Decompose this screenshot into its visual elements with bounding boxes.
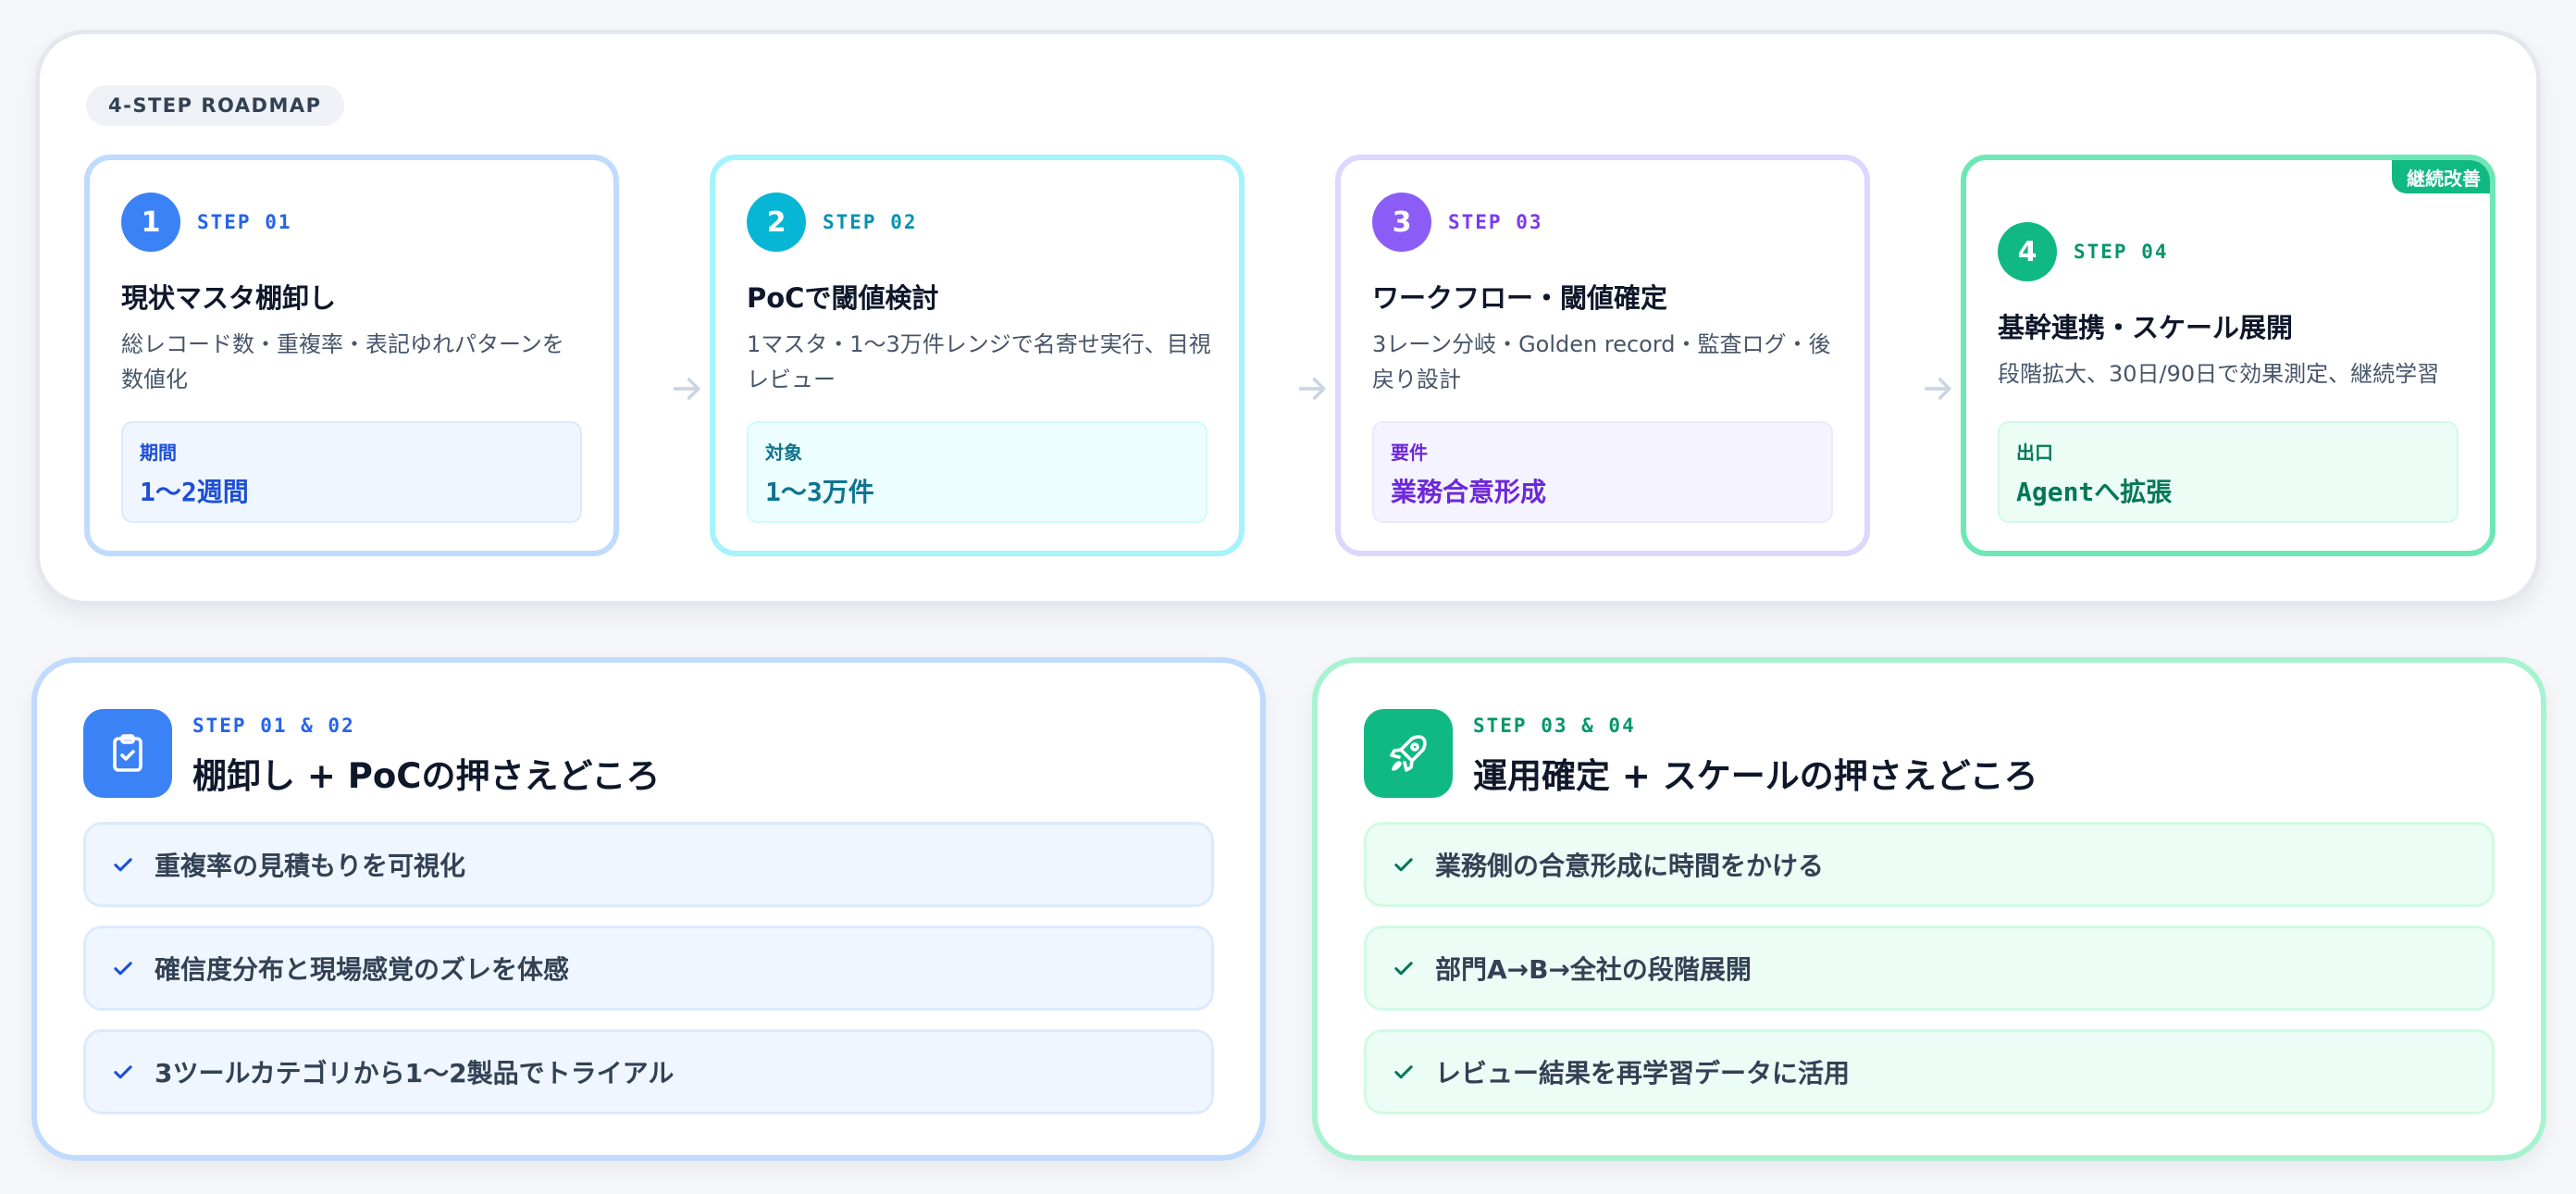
panel-title: 棚卸し + PoCの押さえどころ: [192, 756, 661, 796]
step-number-badge: 1: [121, 193, 180, 252]
step-title: 基幹連携・スケール展開: [1998, 312, 2294, 343]
step-header: 3 STEP 03: [1372, 193, 1543, 252]
tip-item: 業務側の合意形成に時間をかける: [1364, 822, 2495, 907]
step-meta-box: 期間 1〜2週間: [121, 421, 582, 523]
tip-list: 重複率の見積もりを可視化 確信度分布と現場感覚のズレを体感 3ツールカテゴリから…: [83, 822, 1214, 1133]
step-description: 段階拡大、30日/90日で効果測定、継続学習: [1998, 361, 2440, 387]
arrow-right-icon: [1920, 370, 1957, 407]
step-card-2[interactable]: 2 STEP 02 PoCで閾値検討 1マスタ・1〜3万件レンジで名寄せ実行、目…: [710, 155, 1245, 556]
step-code: STEP 01: [197, 211, 292, 233]
meta-value: 1〜2週間: [140, 477, 249, 507]
roadmap-panel: 4-STEP ROADMAP 1 STEP 01 現状マスタ棚卸し 総レコード数…: [35, 30, 2541, 605]
tip-item: 3ツールカテゴリから1〜2製品でトライアル: [83, 1029, 1214, 1114]
check-icon: [1394, 1065, 1413, 1079]
step-number-badge: 4: [1998, 222, 2057, 281]
tip-text: 重複率の見積もりを可視化: [155, 851, 466, 881]
step-code: STEP 03: [1448, 211, 1543, 233]
meta-label: 対象: [765, 442, 802, 464]
panel-title: 運用確定 + スケールの押さえどころ: [1473, 756, 2038, 796]
meta-label: 要件: [1391, 442, 1428, 464]
tip-item: 部門A→B→全社の段階展開: [1364, 926, 2495, 1011]
continuous-improvement-badge: 継続改善: [2392, 160, 2490, 193]
roadmap-label: 4-STEP ROADMAP: [86, 85, 344, 126]
step-description: 3レーン分岐・Golden record・監査ログ・後戻り設計: [1372, 331, 1831, 392]
step-number-badge: 3: [1372, 193, 1431, 252]
step-description: 総レコード数・重複率・表記ゆれパターンを数値化: [121, 331, 564, 392]
tip-text: 部門A→B→全社の段階展開: [1435, 954, 1752, 985]
arrow-right-icon: [1294, 370, 1331, 407]
check-icon: [114, 858, 132, 872]
check-icon: [114, 1065, 132, 1079]
step-code: STEP 02: [823, 211, 918, 233]
step-title: PoCで閾値検討: [747, 282, 939, 314]
check-icon: [1394, 962, 1413, 976]
panel-step-code: STEP 03 & 04: [1473, 715, 1636, 737]
tip-text: 業務側の合意形成に時間をかける: [1435, 851, 1825, 881]
meta-label: 期間: [140, 442, 177, 464]
step-title: ワークフロー・閾値確定: [1372, 282, 1668, 314]
step-meta-box: 要件 業務合意形成: [1372, 421, 1833, 523]
tip-text: 3ツールカテゴリから1〜2製品でトライアル: [155, 1058, 675, 1088]
arrow-right-icon: [669, 370, 706, 407]
tip-text: 確信度分布と現場感覚のズレを体感: [155, 954, 570, 985]
step-card-3[interactable]: 3 STEP 03 ワークフロー・閾値確定 3レーン分岐・Golden reco…: [1335, 155, 1870, 556]
step-card-4[interactable]: 継続改善 4 STEP 04 基幹連携・スケール展開 段階拡大、30日/90日で…: [1961, 155, 2496, 556]
step-header: 1 STEP 01: [121, 193, 292, 252]
tips-panel-inventory-poc: STEP 01 & 02 棚卸し + PoCの押さえどころ 重複率の見積もりを可…: [31, 657, 1266, 1161]
rocket-icon: [1364, 709, 1453, 798]
meta-value: Agentへ拡張: [2016, 477, 2173, 507]
step-title: 現状マスタ棚卸し: [121, 282, 337, 314]
tip-item: 重複率の見積もりを可視化: [83, 822, 1214, 907]
meta-value: 業務合意形成: [1391, 477, 1547, 507]
meta-label: 出口: [2016, 442, 2053, 464]
step-header: 4 STEP 04: [1998, 222, 2169, 281]
clipboard-check-icon: [83, 709, 172, 798]
tips-panel-operation-scale: STEP 03 & 04 運用確定 + スケールの押さえどころ 業務側の合意形成…: [1312, 657, 2546, 1161]
tip-text: レビュー結果を再学習データに活用: [1435, 1058, 1851, 1088]
panel-step-code: STEP 01 & 02: [192, 715, 355, 737]
step-number-badge: 2: [747, 193, 806, 252]
tip-item: 確信度分布と現場感覚のズレを体感: [83, 926, 1214, 1011]
step-code: STEP 04: [2074, 241, 2169, 263]
step-meta-box: 出口 Agentへ拡張: [1998, 421, 2458, 523]
step-description: 1マスタ・1〜3万件レンジで名寄せ実行、目視レビュー: [747, 331, 1211, 392]
check-icon: [114, 962, 132, 976]
check-icon: [1394, 858, 1413, 872]
step-meta-box: 対象 1〜3万件: [747, 421, 1208, 523]
meta-value: 1〜3万件: [765, 477, 874, 507]
tip-item: レビュー結果を再学習データに活用: [1364, 1029, 2495, 1114]
step-card-1[interactable]: 1 STEP 01 現状マスタ棚卸し 総レコード数・重複率・表記ゆれパターンを数…: [84, 155, 619, 556]
tip-list: 業務側の合意形成に時間をかける 部門A→B→全社の段階展開 レビュー結果を再学習…: [1364, 822, 2495, 1133]
step-header: 2 STEP 02: [747, 193, 918, 252]
